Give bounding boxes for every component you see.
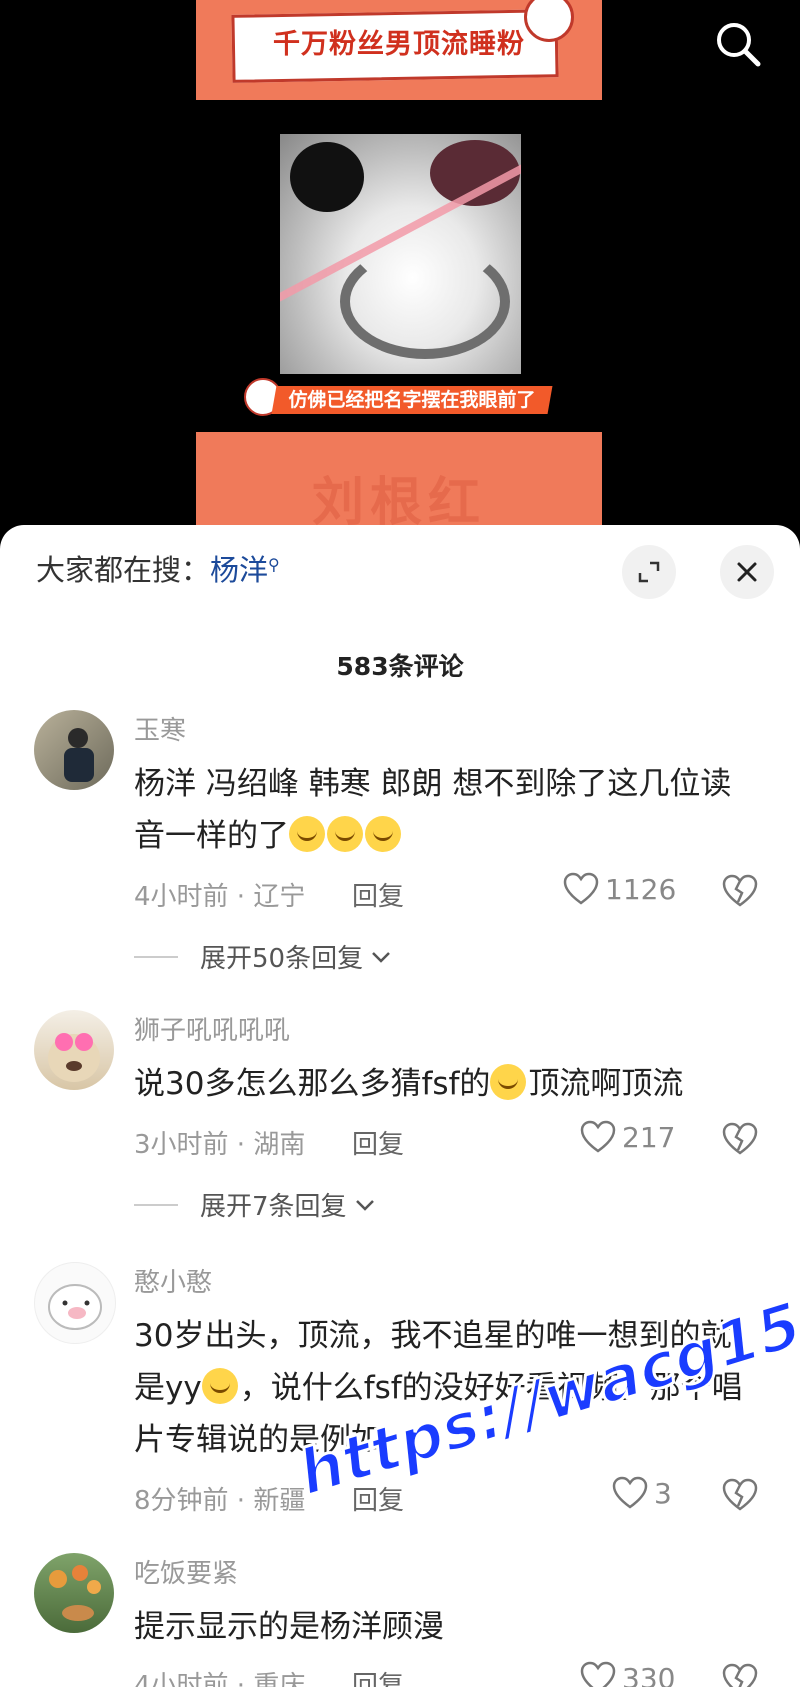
expand-icon <box>638 561 660 583</box>
broken-heart-icon <box>722 1663 758 1687</box>
hot-search-bar[interactable]: 大家都在搜：杨洋⚲ <box>36 547 280 589</box>
laughing-emoji-icon <box>201 1368 238 1404</box>
heart-icon <box>563 872 599 905</box>
expand-replies[interactable]: 展开50条回复 <box>134 938 393 975</box>
reply-button[interactable]: 回复 <box>352 1665 404 1687</box>
comment-text: 杨洋 冯绍峰 韩寒 郎朗 想不到除了这几位读音一样的了 <box>134 766 732 854</box>
like-button[interactable]: 217 <box>580 1120 675 1154</box>
meme-image <box>280 134 521 374</box>
comment-username[interactable]: 玉寒 <box>134 710 186 747</box>
chevron-down-icon <box>372 951 390 963</box>
hot-search-keyword[interactable]: 杨洋 <box>210 553 268 587</box>
reply-button[interactable]: 回复 <box>352 1124 404 1161</box>
chevron-down-icon <box>355 1199 374 1211</box>
heart-icon <box>580 1661 616 1687</box>
like-count: 1126 <box>605 872 677 906</box>
meme-caption: 仿佛已经把名字摆在我眼前了 <box>271 386 553 414</box>
dislike-button[interactable] <box>722 1663 758 1687</box>
avatar[interactable] <box>34 1262 116 1344</box>
comment-count: 583条评论 <box>336 652 464 681</box>
comment-meta: 4小时前 · 辽宁 <box>134 882 306 912</box>
comment-meta: 3小时前 · 湖南 <box>134 1130 306 1160</box>
video-player[interactable]: 千万粉丝男顶流睡粉 仿佛已经把名字摆在我眼前了 刘根红 <box>0 0 800 540</box>
like-button[interactable]: 330 <box>580 1661 675 1687</box>
thinking-emoji-icon <box>490 1064 527 1100</box>
comment-username[interactable]: 憨小憨 <box>134 1262 212 1299</box>
close-button[interactable] <box>720 545 774 599</box>
comments-panel: 大家都在搜：杨洋⚲ 583条评论 玉寒 杨洋 冯绍峰 韩寒 郎朗 想不到除了这几… <box>0 525 800 1687</box>
like-button[interactable]: 1126 <box>563 872 676 906</box>
avatar[interactable] <box>34 1010 114 1090</box>
reply-button[interactable]: 回复 <box>352 876 404 913</box>
hot-search-prefix: 大家都在搜： <box>36 553 211 587</box>
dislike-button[interactable] <box>722 874 758 912</box>
like-count: 3 <box>654 1476 672 1510</box>
avatar[interactable] <box>34 710 114 790</box>
broken-heart-icon <box>722 1478 758 1511</box>
crying-laughing-emoji-icon <box>365 816 401 852</box>
like-button[interactable]: 3 <box>612 1476 672 1510</box>
avatar[interactable] <box>34 1553 114 1633</box>
heart-icon <box>612 1476 648 1509</box>
comment-meta: 4小时前 · 重庆 <box>134 1671 306 1687</box>
bottom-caption: 刘根红 <box>311 473 486 533</box>
like-count: 330 <box>622 1661 676 1687</box>
crying-laughing-emoji-icon <box>327 816 363 852</box>
broken-heart-icon <box>722 874 758 907</box>
comment-username[interactable]: 狮子吼吼吼吼 <box>134 1010 290 1047</box>
like-count: 217 <box>622 1120 676 1154</box>
broken-heart-icon <box>722 1122 758 1155</box>
expand-button[interactable] <box>622 545 676 599</box>
search-icon[interactable] <box>712 18 764 70</box>
comment-text: 说30多怎么那么多猜fsf的 顶流啊顶流 <box>134 1064 684 1102</box>
heart-icon <box>580 1120 616 1153</box>
dislike-button[interactable] <box>722 1478 758 1516</box>
video-bottom-banner: 刘根红 <box>196 432 602 540</box>
crying-laughing-emoji-icon <box>289 816 325 852</box>
comment-meta: 8分钟前 · 新疆 <box>134 1486 306 1516</box>
search-icon: ⚲ <box>268 555 280 574</box>
close-icon <box>737 562 757 582</box>
dislike-button[interactable] <box>722 1122 758 1160</box>
expand-replies[interactable]: 展开7条回复 <box>134 1186 377 1223</box>
comment-username[interactable]: 吃饭要紧 <box>134 1553 238 1590</box>
video-top-banner: 千万粉丝男顶流睡粉 <box>196 0 602 100</box>
